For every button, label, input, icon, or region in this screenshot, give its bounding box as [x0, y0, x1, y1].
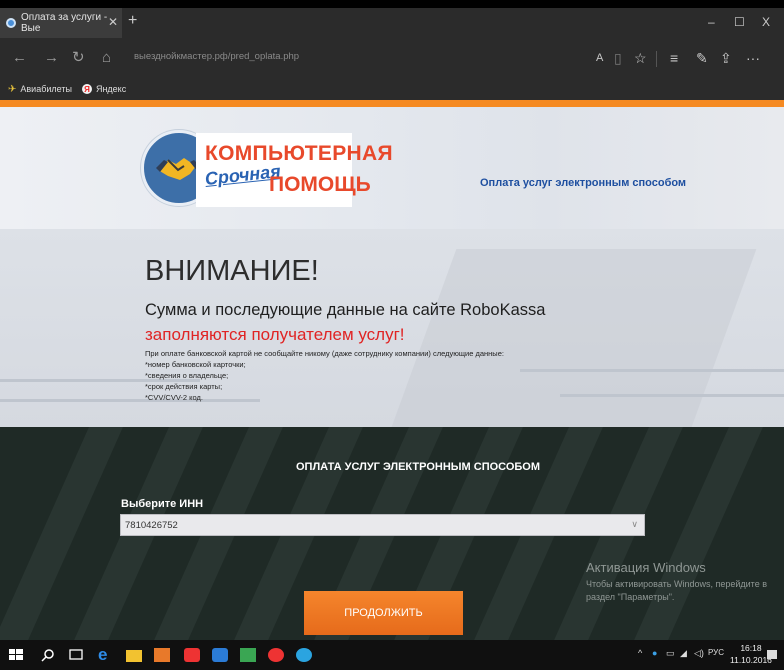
warning-line-1: Сумма и последующие данные на сайте Robo…: [145, 301, 546, 319]
yandex-icon: Я: [81, 84, 92, 94]
yandex-browser-icon[interactable]: [184, 648, 200, 662]
app-icon[interactable]: [212, 648, 228, 662]
taskbar: e ^ ● ▭ ◢ ◁) РУС 16:18 11.10.2016: [0, 640, 784, 670]
telegram-icon[interactable]: [296, 648, 312, 662]
close-tab-icon[interactable]: ✕: [108, 15, 118, 29]
search-icon[interactable]: [40, 648, 56, 662]
volume-icon[interactable]: ◁): [694, 648, 704, 659]
warning-detail: *сведения о владельце;: [145, 371, 229, 380]
circuit-trace: [560, 394, 784, 397]
new-tab-button[interactable]: +: [128, 12, 137, 30]
more-icon[interactable]: ···: [746, 48, 760, 68]
circuit-trace: [0, 399, 260, 402]
reader-mode-icon[interactable]: A: [596, 48, 603, 68]
warning-detail: *CVV/CVV-2 код.: [145, 393, 204, 402]
favorite-label: Яндекс: [95, 84, 127, 94]
payment-section: ОПЛАТА УСЛУГ ЭЛЕКТРОННЫМ СПОСОБОМ Выбери…: [0, 427, 784, 640]
inn-select[interactable]: 7810426752 ∨: [120, 514, 645, 536]
back-icon[interactable]: ←: [12, 48, 27, 68]
plane-icon: ✈: [8, 83, 17, 95]
language-indicator[interactable]: РУС: [708, 648, 724, 657]
file-explorer-icon[interactable]: [126, 650, 142, 662]
tray-app-icon[interactable]: ●: [652, 648, 657, 658]
forward-icon[interactable]: →: [44, 48, 59, 68]
logo-line-2b: ПОМОЩЬ: [269, 173, 371, 196]
share-icon[interactable]: ⇪: [720, 48, 732, 68]
reading-view-icon[interactable]: ▯: [614, 48, 622, 68]
warning-section: ВНИМАНИЕ! Сумма и последующие данные на …: [0, 229, 784, 427]
refresh-icon[interactable]: ↻: [72, 48, 85, 68]
minimize-button[interactable]: –: [708, 15, 715, 29]
circuit-background: [383, 249, 757, 427]
web-note-icon[interactable]: ✎: [696, 48, 708, 68]
hub-icon[interactable]: ≡: [670, 48, 678, 68]
tray-chevron-up-icon[interactable]: ^: [638, 648, 642, 658]
continue-button[interactable]: ПРОДОЛЖИТЬ: [304, 591, 463, 635]
browser-tab[interactable]: Оплата за услуги - Вые ✕: [0, 8, 122, 38]
nav-bar: ← → ↻ ⌂ выезднойкмастер.рф/pred_oplata.p…: [0, 38, 784, 78]
maximize-button[interactable]: ☐: [734, 15, 745, 29]
warning-detail: *срок действия карты;: [145, 382, 223, 391]
favorites-bar: ✈ Авиабилеты Я Яндекс: [0, 78, 784, 100]
site-header: КОМПЬЮТЕРНАЯ Срочная ПОМОЩЬ Оплата услуг…: [0, 107, 784, 229]
favorite-star-icon[interactable]: ☆: [634, 48, 647, 68]
home-icon[interactable]: ⌂: [102, 48, 111, 68]
yandex-icon[interactable]: [268, 648, 284, 662]
address-bar[interactable]: выезднойкмастер.рф/pred_oplata.php: [134, 51, 299, 62]
toolbar-divider: [656, 51, 657, 67]
circuit-trace: [520, 369, 784, 372]
excel-icon[interactable]: [240, 648, 256, 662]
warning-detail: При оплате банковской картой не сообщайт…: [145, 349, 504, 358]
warning-line-2: заполняются получателем услуг!: [145, 325, 405, 344]
tab-title: Оплата за услуги - Вые: [21, 12, 108, 34]
network-icon[interactable]: ◢: [680, 648, 687, 659]
windows-activation-watermark: Активация Windows Чтобы активировать Win…: [586, 560, 776, 604]
inn-selected-value: 7810426752: [125, 519, 178, 531]
chevron-down-icon: ∨: [631, 519, 638, 529]
close-window-button[interactable]: X: [762, 15, 770, 29]
favorite-item-yandex[interactable]: Я Яндекс: [81, 84, 127, 94]
windows-start-icon[interactable]: [8, 648, 24, 662]
electronic-payment-link[interactable]: Оплата услуг электронным способом: [480, 177, 686, 189]
edge-icon[interactable]: e: [98, 646, 114, 663]
inn-label: Выберите ИНН: [121, 498, 204, 510]
tab-bar: Оплата за услуги - Вые ✕ + – ☐ X: [0, 8, 784, 38]
activation-title: Активация Windows: [586, 560, 706, 575]
payment-title: ОПЛАТА УСЛУГ ЭЛЕКТРОННЫМ СПОСОБОМ: [296, 461, 541, 473]
favorite-item-aviabilety[interactable]: ✈ Авиабилеты: [8, 84, 72, 95]
site-favicon-icon: [6, 18, 16, 28]
notifications-icon[interactable]: [766, 648, 778, 662]
outlook-icon[interactable]: [154, 648, 170, 662]
logo-line-1: КОМПЬЮТЕРНАЯ: [205, 142, 393, 165]
screen: Оплата за услуги - Вые ✕ + – ☐ X ← → ↻ ⌂…: [0, 0, 784, 670]
activation-text: Чтобы активировать Windows, перейдите в …: [586, 579, 767, 602]
task-view-icon[interactable]: [68, 648, 84, 662]
orange-accent-bar: [0, 100, 784, 107]
warning-detail: *номер банковской карточки;: [145, 360, 246, 369]
logo-text[interactable]: КОМПЬЮТЕРНАЯ Срочная ПОМОЩЬ: [196, 133, 393, 207]
favorite-label: Авиабилеты: [20, 84, 72, 94]
battery-icon[interactable]: ▭: [666, 648, 675, 659]
warning-title: ВНИМАНИЕ!: [145, 255, 319, 287]
